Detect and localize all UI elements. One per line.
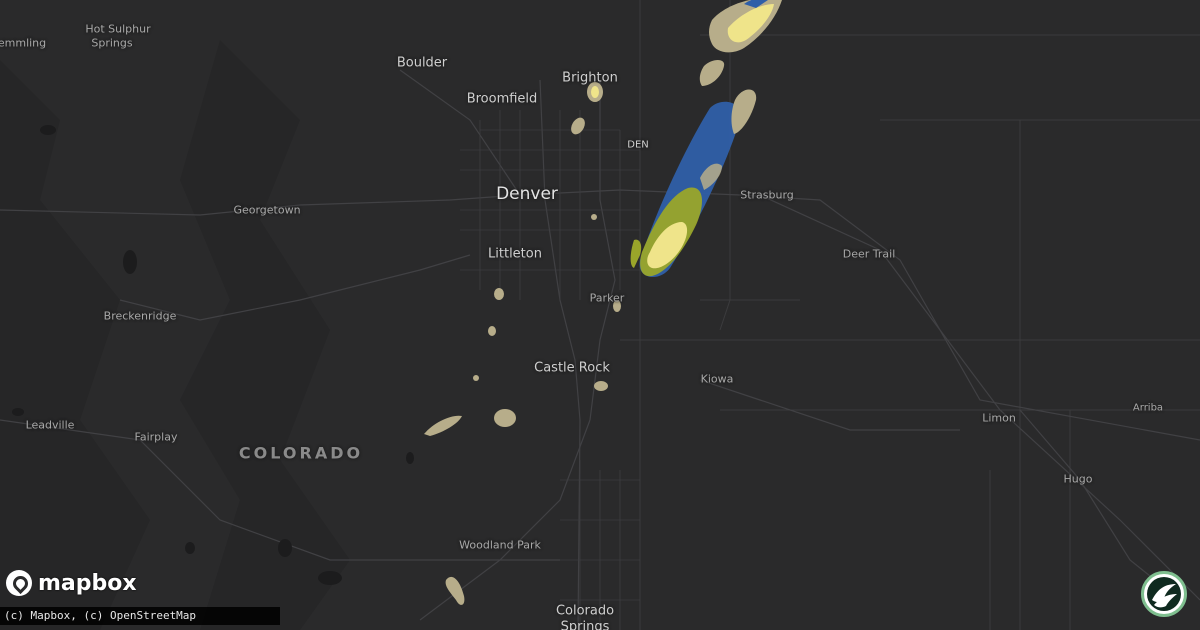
mapbox-logo[interactable]: mapbox (6, 570, 137, 596)
state-label-colorado: COLORADO (238, 443, 364, 463)
city-label-strasburg: Strasburg (740, 188, 794, 202)
city-label-hot-sulphur-line1: Hot Sulphur (85, 22, 151, 36)
hail-spot-c (488, 326, 496, 336)
city-label-colorado-springs-line1: Colorado (555, 603, 615, 619)
map-canvas (0, 0, 1200, 630)
city-label-colorado-springs-line2: Springs (560, 619, 610, 630)
airport-label-den: DEN (627, 139, 649, 151)
hail-swath-tan-3 (699, 60, 725, 86)
county-lines (620, 0, 1200, 630)
city-label-littleton: Littleton (488, 246, 542, 262)
city-label-boulder: Boulder (396, 55, 448, 71)
city-label-arriba: Arriba (1132, 402, 1164, 414)
city-label-castle-rock: Castle Rock (534, 360, 610, 376)
mapbox-logo-text: mapbox (38, 570, 137, 596)
hail-spot-i (445, 576, 465, 605)
hail-spot-d (473, 375, 479, 381)
city-label-brighton: Brighton (562, 70, 618, 86)
city-label-woodland-park: Woodland Park (459, 538, 541, 552)
city-label-kiowa: Kiowa (700, 372, 734, 386)
city-label-broomfield: Broomfield (466, 91, 538, 107)
hail-swath-tan-2 (731, 89, 757, 134)
city-label-hugo: Hugo (1063, 472, 1093, 486)
city-label-leadville: Leadville (25, 418, 75, 432)
city-label-limon: Limon (982, 411, 1016, 425)
hail-spot-j (591, 214, 597, 220)
city-label-kremmling: emmling (0, 36, 47, 50)
hail-spot-e (494, 409, 516, 427)
city-label-fairplay: Fairplay (134, 430, 178, 444)
hail-spot-a (571, 117, 585, 135)
city-label-hot-sulphur-line2: Springs (91, 36, 133, 50)
city-label-denver: Denver (496, 184, 558, 204)
map-attribution[interactable]: (c) Mapbox, (c) OpenStreetMap (0, 607, 280, 625)
hail-spot-b (494, 288, 504, 300)
map-view[interactable]: COLORADO DEN Denver Boulder Broomfield B… (0, 0, 1200, 630)
hail-spot-brighton-core (591, 86, 599, 98)
hail-spot-f (424, 415, 462, 436)
brand-badge-icon (1141, 571, 1187, 617)
city-label-breckenridge: Breckenridge (103, 309, 177, 323)
hail-spot-g (594, 381, 608, 391)
city-label-parker: Parker (589, 291, 625, 305)
city-label-deer-trail: Deer Trail (842, 247, 896, 261)
mapbox-logo-icon (6, 570, 32, 596)
city-label-georgetown: Georgetown (233, 203, 301, 217)
